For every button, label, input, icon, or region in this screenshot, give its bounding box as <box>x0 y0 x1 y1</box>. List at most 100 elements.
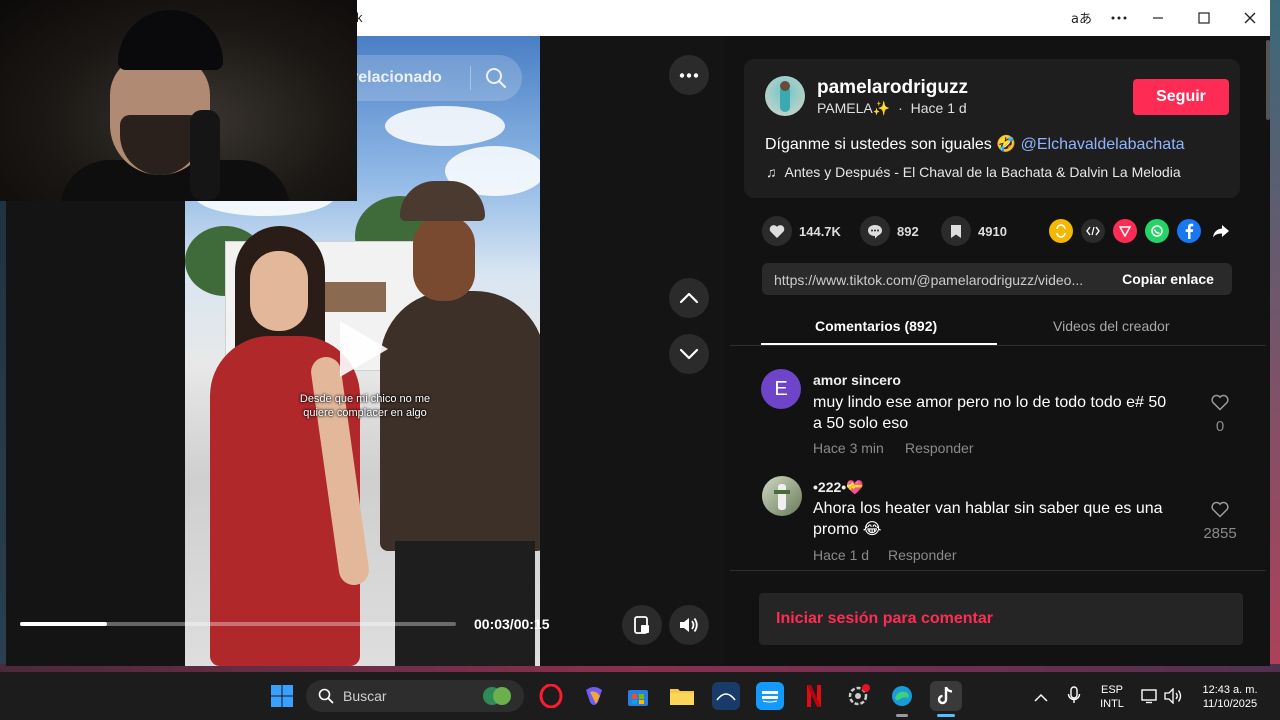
video-caption: Desde que mi chico no me quiere complace… <box>299 393 431 419</box>
comment-like[interactable]: 0 <box>1200 394 1240 435</box>
subline-separator: · <box>898 100 903 116</box>
comment-like-count: 2855 <box>1203 525 1237 542</box>
copilot-icon[interactable] <box>580 682 608 710</box>
speaker-icon[interactable] <box>1164 687 1184 709</box>
mini-player-button[interactable] <box>622 605 662 645</box>
comment-text-line: a 50 solo eso <box>813 415 909 432</box>
close-icon[interactable] <box>1227 0 1270 36</box>
video-time: 00:03/00:15 <box>474 616 550 632</box>
edge-icon[interactable] <box>888 682 916 710</box>
desktop-wallpaper-right <box>1270 0 1280 672</box>
taskbar-search-icon[interactable] <box>318 688 334 709</box>
tab-comments[interactable]: Comentarios (892) <box>815 318 937 334</box>
opera-icon[interactable] <box>537 682 565 710</box>
tiktok-taskbar-icon[interactable] <box>930 681 962 711</box>
copy-link-button[interactable]: Copiar enlace <box>1104 263 1232 295</box>
active-indicator <box>896 714 908 717</box>
taskbar-search-label[interactable]: Buscar <box>343 688 387 704</box>
save-count: 4910 <box>978 223 1007 239</box>
tab-creator-videos[interactable]: Videos del creador <box>1053 318 1169 334</box>
heart-icon[interactable] <box>762 216 792 246</box>
search-divider <box>470 66 471 90</box>
settings-gear-icon[interactable] <box>844 682 872 710</box>
reply-button[interactable]: Responder <box>905 440 974 456</box>
like-count: 144.7K <box>799 223 841 239</box>
language-layout: INTL <box>1100 698 1124 710</box>
play-icon[interactable] <box>340 321 388 377</box>
folder-icon[interactable] <box>668 682 696 710</box>
login-divider <box>730 570 1266 571</box>
description-text: Díganme si ustedes son iguales 🤣 <box>765 136 1017 153</box>
tab-divider <box>730 345 1266 346</box>
music-line[interactable]: ♫ Antes y Después - El Chaval de la Bacha… <box>766 164 1181 180</box>
chevron-up-icon[interactable] <box>1034 690 1048 708</box>
comment-author[interactable]: •222•💝 <box>813 479 864 496</box>
panel-scrollbar[interactable] <box>1266 40 1270 120</box>
like-stat[interactable]: 144.7K <box>762 216 841 246</box>
comment-author[interactable]: amor sincero <box>813 372 901 388</box>
more-options-button[interactable] <box>669 55 709 95</box>
microphone-icon[interactable] <box>1067 686 1081 709</box>
store-icon[interactable] <box>624 682 652 710</box>
video-progress-bar[interactable] <box>20 622 456 626</box>
author-subline: PAMELA✨ · Hace 1 d <box>817 100 967 117</box>
reply-button[interactable]: Responder <box>888 547 957 563</box>
next-video-button[interactable] <box>669 334 709 374</box>
search-icon[interactable] <box>484 66 508 90</box>
facebook-icon[interactable] <box>1177 219 1201 243</box>
disney-plus-icon[interactable] <box>712 682 740 710</box>
music-note-icon: ♫ <box>766 164 777 180</box>
keyboard-language[interactable]: ESP INTL <box>1096 683 1128 711</box>
bookmark-icon[interactable] <box>941 216 971 246</box>
svg-text:aあ: aあ <box>1071 12 1091 26</box>
repost-icon[interactable] <box>1049 219 1073 243</box>
login-to-comment-link[interactable]: Iniciar sesión para comentar <box>776 610 993 628</box>
comment-time: Hace 1 d <box>813 547 870 563</box>
comment-like-count: 0 <box>1215 418 1225 435</box>
comment-icon[interactable] <box>860 216 890 246</box>
maximize-icon[interactable] <box>1181 0 1227 36</box>
comment-like[interactable]: 2855 <box>1200 501 1240 542</box>
clock[interactable]: 12:43 a. m. 11/10/2025 <box>1190 683 1270 711</box>
comment-text-line: Ahora los heater van hablar sin saber qu… <box>813 500 1163 517</box>
video-progress-fill <box>20 622 108 626</box>
save-stat[interactable]: 4910 <box>941 216 1007 246</box>
display-icon[interactable] <box>1141 688 1159 709</box>
share-arrow-icon[interactable] <box>1209 219 1233 243</box>
post-description: Díganme si ustedes son iguales 🤣 @Elchav… <box>765 134 1185 154</box>
post-time: Hace 1 d <box>910 100 967 116</box>
embed-icon[interactable] <box>1081 219 1105 243</box>
author-username[interactable]: pamelarodriguzz <box>817 77 968 99</box>
video-link[interactable]: https://www.tiktok.com/@pamelarodriguzz/… <box>774 272 1104 288</box>
related-search-text[interactable]: relacionado <box>352 69 442 87</box>
language-code: ESP <box>1100 684 1123 696</box>
comment-avatar[interactable]: E <box>761 369 801 409</box>
heart-outline-icon[interactable] <box>1211 394 1229 411</box>
comment-stat[interactable]: 892 <box>860 216 919 246</box>
active-tab-indicator <box>761 343 997 345</box>
avatar[interactable] <box>765 76 805 116</box>
comment-text-line: promo 😂 <box>813 521 882 538</box>
windows-start-icon[interactable] <box>268 682 296 710</box>
mention-link[interactable]: @Elchavaldelabachata <box>1021 136 1185 153</box>
man-figure <box>380 291 540 551</box>
comment-text-line: muy lindo ese amor pero no lo de todo to… <box>813 394 1167 411</box>
prime-video-icon[interactable] <box>756 682 784 710</box>
clock-time: 12:43 a. m. <box>1202 684 1258 696</box>
previous-video-button[interactable] <box>669 278 709 318</box>
comment-avatar[interactable] <box>762 476 802 516</box>
music-title[interactable]: Antes y Después - El Chaval de la Bachat… <box>785 164 1181 180</box>
search-highlight-icon[interactable] <box>480 683 514 709</box>
send-icon[interactable] <box>1113 219 1137 243</box>
whatsapp-icon[interactable] <box>1145 219 1169 243</box>
follow-button[interactable]: Seguir <box>1133 79 1229 115</box>
volume-icon[interactable] <box>669 605 709 645</box>
minimize-icon[interactable] <box>1135 0 1181 36</box>
webcam-overlay <box>0 0 357 201</box>
cloud-shape <box>385 106 505 146</box>
netflix-icon[interactable] <box>800 682 828 710</box>
author-display-name: PAMELA✨ <box>817 100 891 116</box>
heart-outline-icon[interactable] <box>1211 501 1229 518</box>
active-indicator <box>937 714 955 717</box>
comment-time: Hace 3 min <box>813 440 884 456</box>
